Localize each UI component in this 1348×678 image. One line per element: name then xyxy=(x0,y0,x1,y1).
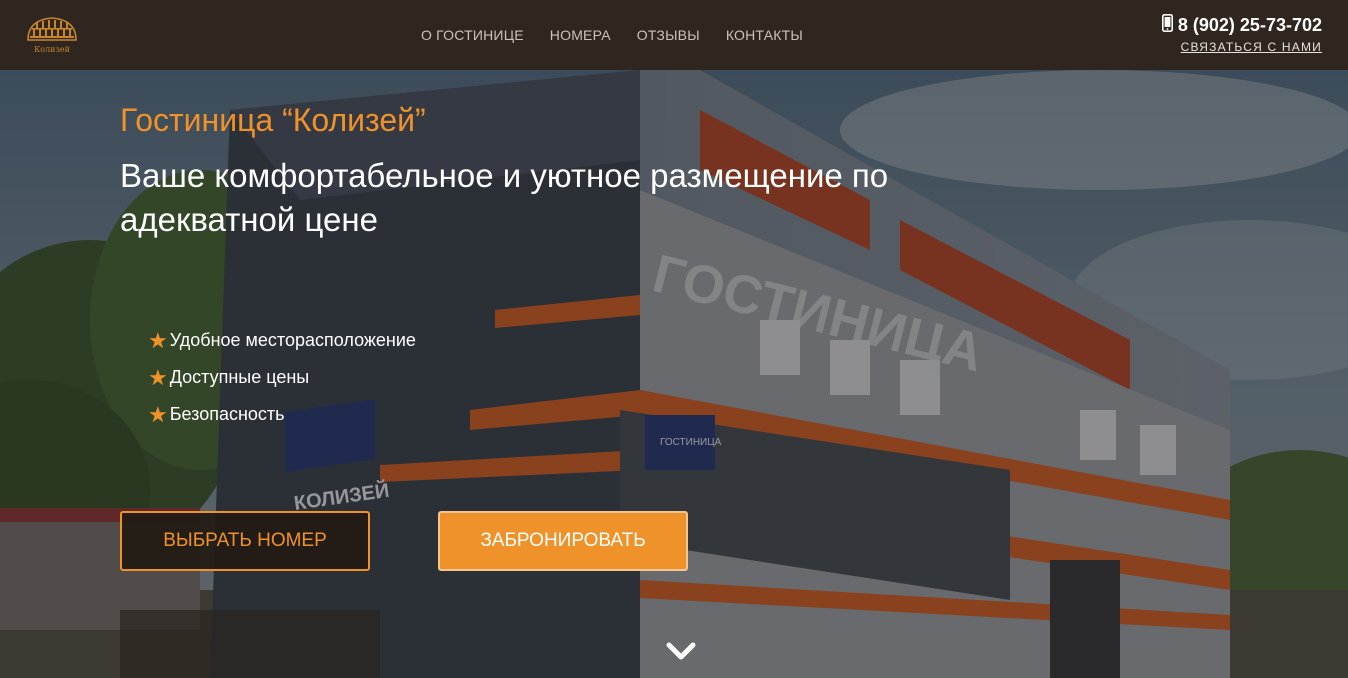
star-icon: ★ xyxy=(148,364,168,390)
feature-label: Безопасность xyxy=(169,404,285,424)
hero-subtitle: Ваше комфортабельное и уютное размещение… xyxy=(120,157,889,238)
contact-us-link[interactable]: СВЯЗАТЬСЯ С НАМИ xyxy=(1181,40,1322,54)
feature-label: Доступные цены xyxy=(169,367,310,387)
hero-section: ГОСТИНИЦА КОЛИЗЕЙ ГОСТИНИЦА Гостиница “К… xyxy=(0,70,1348,678)
logo-text: Колизей xyxy=(34,45,70,54)
colosseum-logo-icon[interactable]: Колизей xyxy=(24,12,80,58)
phone-block[interactable]: 8 (902) 25-73-702 xyxy=(1161,14,1322,37)
list-item: ★ Безопасность xyxy=(148,396,416,433)
site-header: Колизей О ГОСТИНИЦЕ НОМЕРА ОТЗЫВЫ КОНТАК… xyxy=(0,0,1348,70)
page-title: Гостиница “Колизей” xyxy=(120,102,426,138)
features-list: ★ Удобное месторасположение ★ Доступные … xyxy=(148,322,416,433)
phone-number[interactable]: 8 (902) 25-73-702 xyxy=(1178,15,1322,36)
feature-label: Удобное месторасположение xyxy=(169,330,416,350)
main-nav: О ГОСТИНИЦЕ НОМЕРА ОТЗЫВЫ КОНТАКТЫ xyxy=(408,0,816,70)
list-item: ★ Доступные цены xyxy=(148,359,416,396)
star-icon: ★ xyxy=(148,401,168,427)
phone-icon xyxy=(1161,14,1178,37)
nav-item-rooms[interactable]: НОМЕРА xyxy=(550,27,611,43)
chevron-down-icon[interactable] xyxy=(664,638,698,664)
star-icon: ★ xyxy=(148,327,168,353)
choose-room-button[interactable]: ВЫБРАТЬ НОМЕР xyxy=(120,511,370,571)
book-button[interactable]: ЗАБРОНИРОВАТЬ xyxy=(438,511,688,571)
list-item: ★ Удобное месторасположение xyxy=(148,322,416,359)
nav-item-contacts[interactable]: КОНТАКТЫ xyxy=(726,27,803,43)
header-contact: 8 (902) 25-73-702 СВЯЗАТЬСЯ С НАМИ xyxy=(1161,14,1322,56)
nav-item-about[interactable]: О ГОСТИНИЦЕ xyxy=(421,27,524,43)
nav-item-reviews[interactable]: ОТЗЫВЫ xyxy=(637,27,700,43)
